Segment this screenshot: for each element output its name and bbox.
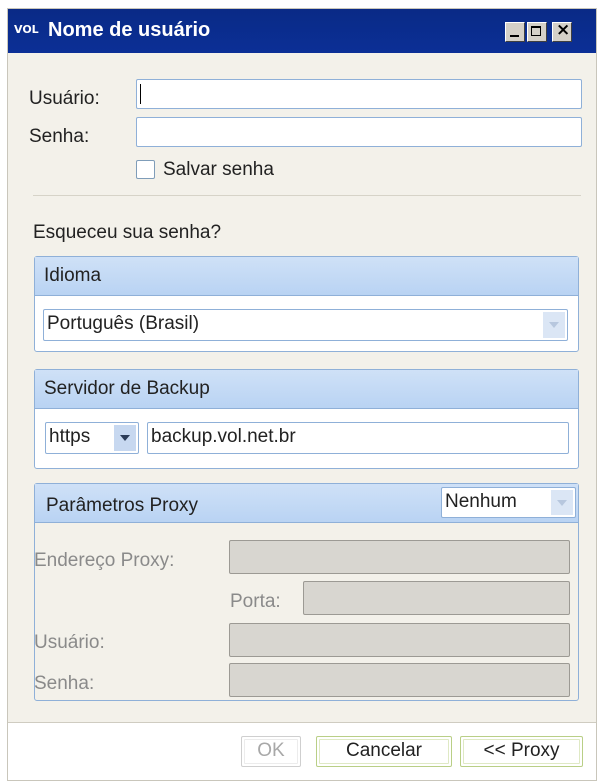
backup-host-value: backup.vol.net.br <box>151 426 296 447</box>
language-panel: Idioma Português (Brasil) <box>34 256 579 352</box>
proxy-panel-title: Parâmetros Proxy <box>46 495 199 516</box>
chevron-down-icon[interactable] <box>543 312 565 338</box>
save-password-label[interactable]: Salvar senha <box>163 159 274 181</box>
proxy-address-input[interactable] <box>229 540 570 574</box>
proxy-password-input[interactable] <box>229 663 570 697</box>
minimize-button[interactable] <box>505 22 525 42</box>
password-input[interactable] <box>136 117 582 147</box>
proxy-address-label: Endereço Proxy: <box>34 550 175 571</box>
language-selected: Português (Brasil) <box>47 313 200 334</box>
login-dialog: VOL Nome de usuário × Usuário: Senha: Sa… <box>7 8 597 781</box>
language-select[interactable]: Português (Brasil) <box>43 309 568 341</box>
backup-server-panel-header: Servidor de Backup <box>35 370 578 409</box>
app-logo-icon: VOL <box>14 23 39 36</box>
proxy-port-label: Porta: <box>230 591 281 612</box>
text-caret <box>140 84 141 104</box>
forgot-password-link[interactable]: Esqueceu sua senha? <box>33 222 221 244</box>
user-label: Usuário: <box>29 88 100 109</box>
proxy-user-input[interactable] <box>229 623 570 657</box>
language-panel-header: Idioma <box>35 257 578 296</box>
maximize-button[interactable] <box>527 22 547 42</box>
backup-host-input[interactable]: backup.vol.net.br <box>147 422 569 454</box>
proxy-panel-header: Parâmetros Proxy Nenhum <box>35 484 578 523</box>
cancel-button[interactable]: Cancelar <box>316 736 452 767</box>
password-label: Senha: <box>29 126 90 147</box>
proxy-port-input[interactable] <box>303 581 570 615</box>
window-title: Nome de usuário <box>48 19 211 41</box>
protocol-select[interactable]: https <box>45 422 139 454</box>
backup-server-panel-title: Servidor de Backup <box>44 378 210 399</box>
chevron-down-icon[interactable] <box>551 490 573 515</box>
proxy-mode-select[interactable]: Nenhum <box>441 487 576 518</box>
protocol-selected: https <box>49 426 91 447</box>
backup-server-panel: Servidor de Backup https backup.vol.net.… <box>34 369 579 469</box>
ok-button[interactable]: OK <box>241 736 301 767</box>
user-input[interactable] <box>136 79 582 109</box>
chevron-down-icon[interactable] <box>114 425 136 451</box>
close-button[interactable]: × <box>552 20 572 42</box>
language-panel-title: Idioma <box>44 265 102 286</box>
title-bar[interactable]: VOL Nome de usuário × <box>8 9 596 53</box>
proxy-toggle-button[interactable]: << Proxy <box>460 736 583 767</box>
divider <box>33 195 581 196</box>
close-icon: × <box>556 20 571 40</box>
proxy-password-label: Senha: <box>34 673 95 694</box>
proxy-mode-selected: Nenhum <box>445 491 517 512</box>
proxy-user-label: Usuário: <box>34 632 105 653</box>
save-password-checkbox[interactable] <box>136 160 155 179</box>
